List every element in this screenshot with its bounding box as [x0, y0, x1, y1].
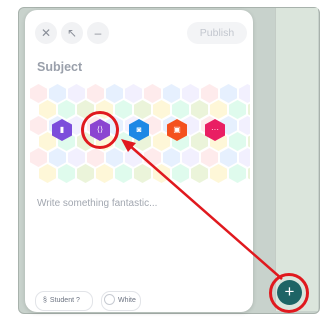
- pointer-arrow: [121, 139, 283, 280]
- color-dot-icon: [104, 293, 115, 305]
- white-chip[interactable]: White: [101, 291, 141, 311]
- add-fab-button[interactable]: +: [277, 280, 302, 305]
- student-chip-label: Student ?: [49, 297, 80, 304]
- arrow-line: [128, 144, 283, 280]
- section-icon: §: [43, 297, 47, 304]
- white-chip-label: White: [118, 297, 136, 304]
- student-chip[interactable]: § Student ?: [35, 291, 93, 311]
